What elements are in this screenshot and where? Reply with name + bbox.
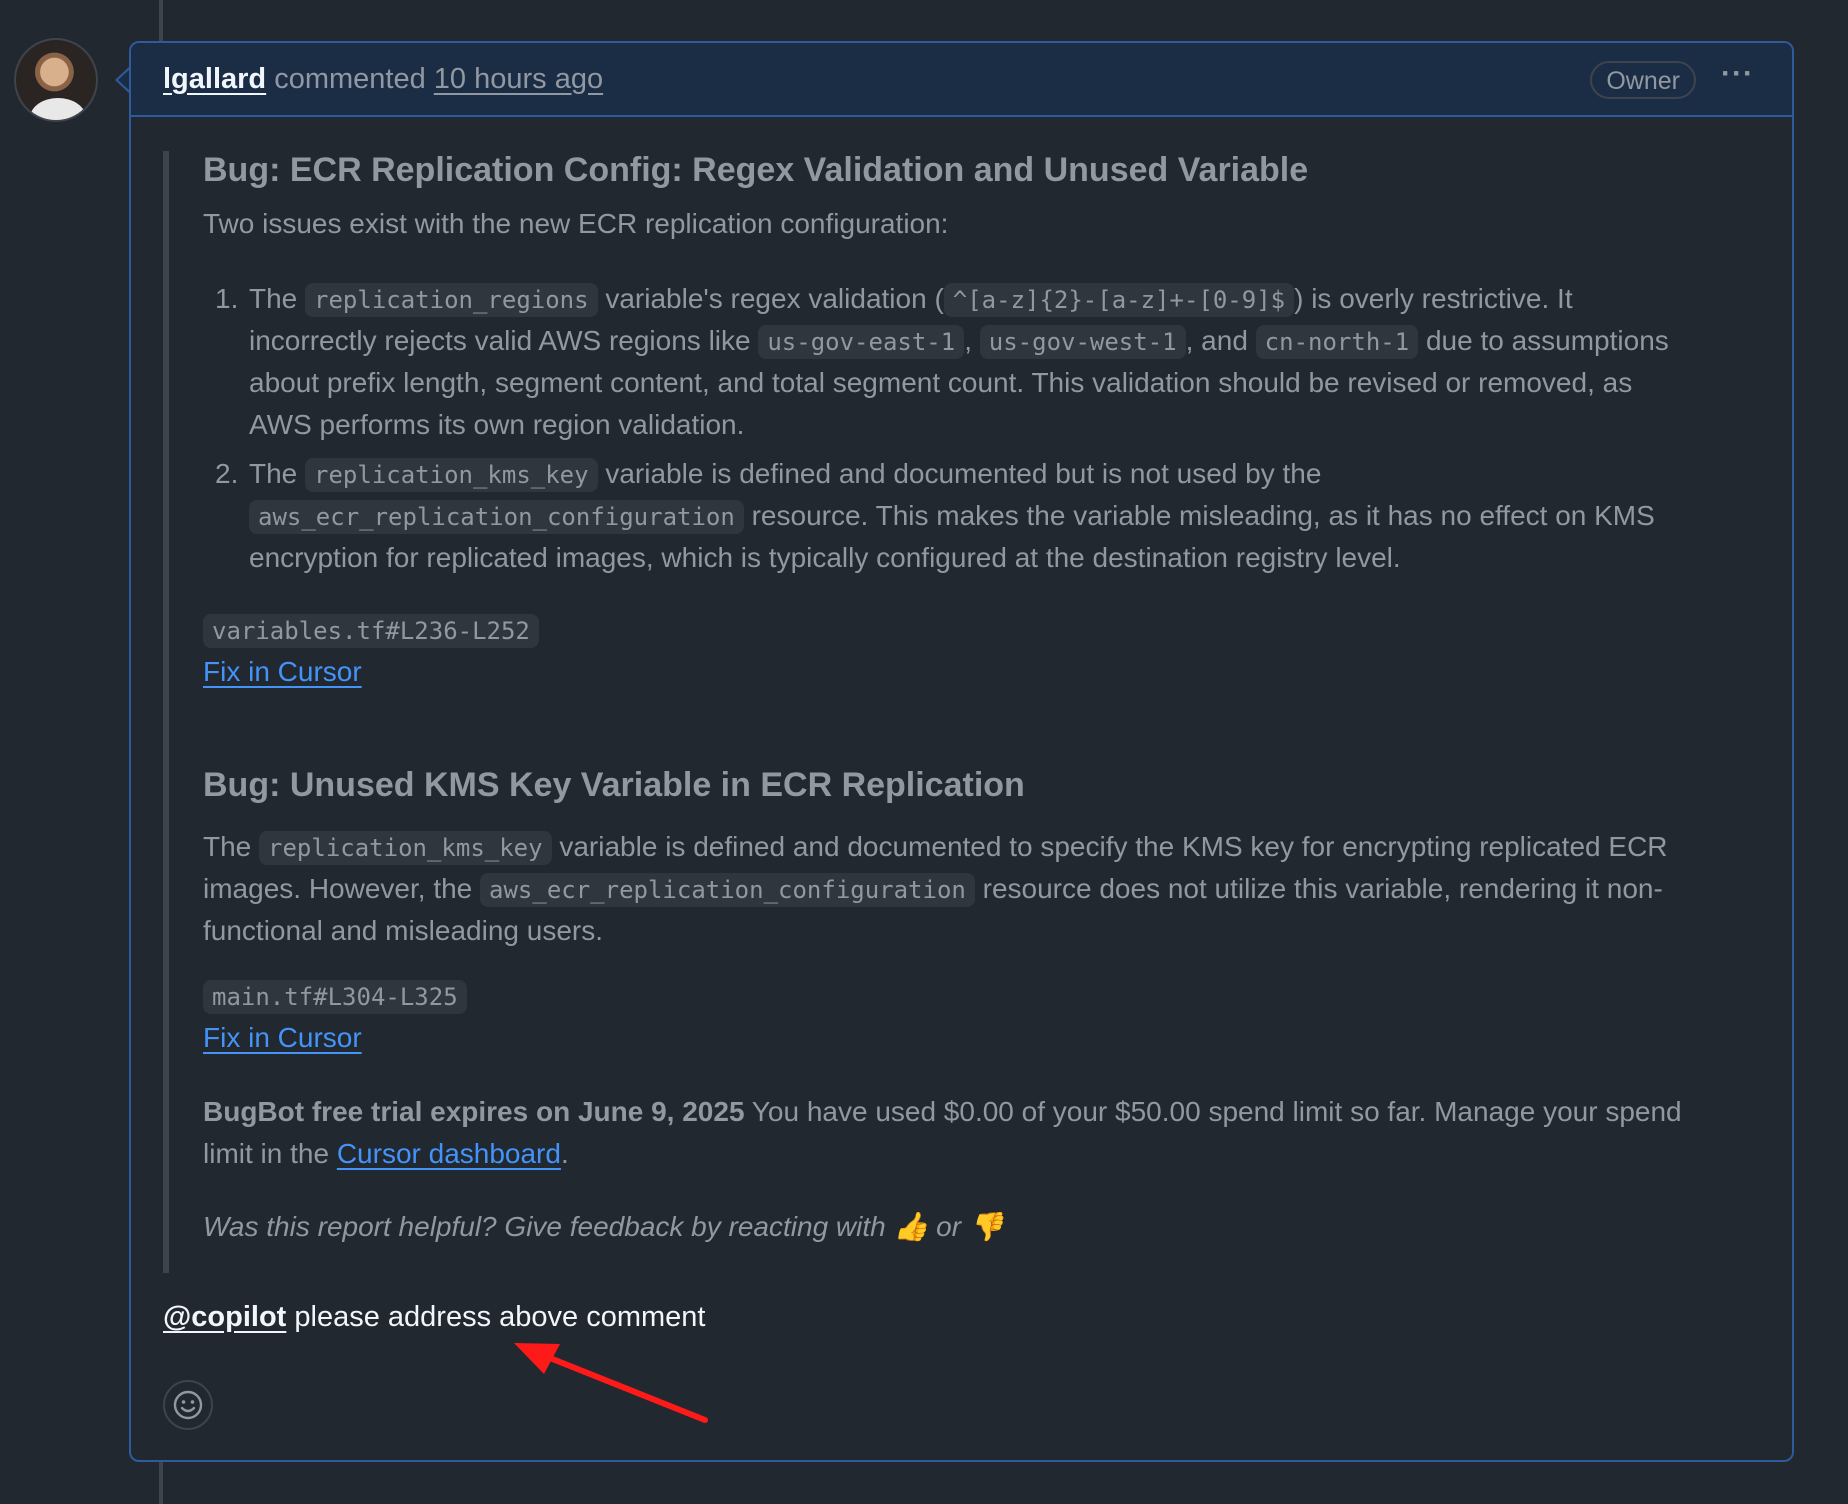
code-replication-regions: replication_regions — [305, 283, 598, 317]
bug1-fix-in-cursor[interactable]: Fix in Cursor — [203, 651, 362, 693]
bug1-title: Bug: ECR Replication Config: Regex Valid… — [203, 151, 1309, 189]
timestamp-link[interactable]: 10 hours ago — [434, 63, 603, 96]
avatar[interactable] — [14, 38, 98, 122]
bugbot-quote: Bug: ECR Replication Config: Regex Valid… — [163, 151, 1723, 1273]
list-item-1-number: 1. — [215, 283, 239, 314]
code-aws-ecr-replication-configuration: aws_ecr_replication_configuration — [249, 500, 744, 534]
owner-badge: Owner — [1590, 61, 1696, 99]
list-item-1-line-3: about prefix length, segment content, an… — [249, 367, 1633, 398]
code-replication-kms-key: replication_kms_key — [305, 458, 598, 492]
bug1-intro: Two issues exist with the new ECR replic… — [203, 208, 949, 239]
comment-box: lgallard commented 10 hours ago Owner ··… — [129, 41, 1794, 1462]
red-arrow-icon — [514, 1343, 708, 1423]
bug1-file-ref: variables.tf#L236-L252 — [203, 609, 539, 652]
bug2-title: Bug: Unused KMS Key Variable in ECR Repl… — [203, 766, 1025, 804]
feedback-line: Was this report helpful? Give feedback b… — [203, 1211, 1004, 1242]
thumbs-up-icon: 👍 — [893, 1211, 929, 1242]
copilot-mention[interactable]: @copilot — [163, 1301, 286, 1333]
more-options-icon[interactable]: ··· — [1721, 57, 1754, 91]
list-item-2-line-1: The replication_kms_key variable is defi… — [249, 453, 1321, 496]
list-item-1-line-4: AWS performs its own region validation. — [249, 409, 745, 440]
code-us-gov-west: us-gov-west-1 — [979, 325, 1186, 359]
list-item-1-line-2: incorrectly rejects valid AWS regions li… — [249, 320, 1669, 363]
smiley-icon — [173, 1390, 203, 1420]
code-aws-ecr-replication-configuration-2: aws_ecr_replication_configuration — [480, 873, 975, 907]
list-item-2-number: 2. — [215, 458, 239, 489]
avatar-shirt — [30, 98, 86, 120]
bug2-line-2: images. However, the aws_ecr_replication… — [203, 868, 1663, 911]
trial-expiry: BugBot free trial expires on June 9, 202… — [203, 1096, 745, 1127]
bug2-line-1: The replication_kms_key variable is defi… — [203, 826, 1668, 869]
code-replication-kms-key-2: replication_kms_key — [259, 831, 552, 865]
trial-line-1: BugBot free trial expires on June 9, 202… — [203, 1096, 1682, 1127]
comment-header: lgallard commented 10 hours ago Owner ··… — [131, 43, 1792, 117]
bug2-file-ref: main.tf#L304-L325 — [203, 975, 467, 1018]
comment-action: commented — [274, 62, 426, 95]
code-regex: ^[a-z]{2}-[a-z]+-[0-9]$ — [943, 283, 1295, 317]
author-link[interactable]: lgallard — [163, 63, 266, 96]
trial-line-2: limit in the Cursor dashboard. — [203, 1138, 569, 1169]
code-cn-north: cn-north-1 — [1255, 325, 1419, 359]
list-item-2-line-2: aws_ecr_replication_configuration resour… — [249, 495, 1655, 538]
list-item-2-line-3: encryption for replicated images, which … — [249, 542, 1401, 573]
bug2-line-3: functional and misleading users. — [203, 915, 604, 946]
add-reaction-button[interactable] — [163, 1380, 213, 1430]
thumbs-down-icon: 👎 — [968, 1211, 1004, 1242]
list-item-1-line-1: The replication_regions variable's regex… — [249, 278, 1573, 321]
reply-text: @copilot please address above comment — [163, 1301, 706, 1333]
cursor-dashboard-link[interactable]: Cursor dashboard — [337, 1138, 561, 1169]
bug2-fix-in-cursor[interactable]: Fix in Cursor — [203, 1017, 362, 1059]
code-us-gov-east: us-gov-east-1 — [758, 325, 965, 359]
